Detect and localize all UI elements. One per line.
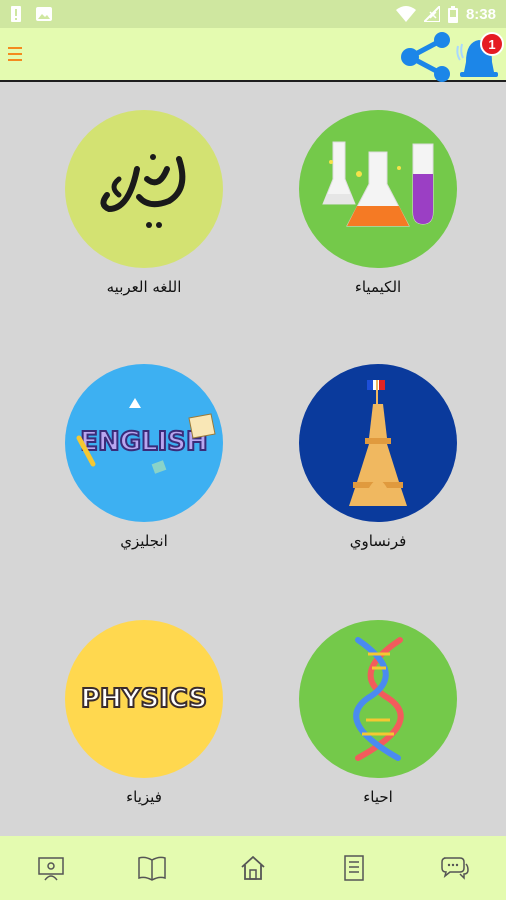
subjects-grid: الكيمياء اللغه العربيه فرنساوي ENGLISH ا… [0, 84, 506, 836]
notification-badge: 1 [480, 32, 504, 56]
subject-label: فرنساوي [349, 532, 407, 550]
svg-text:PHYSICS: PHYSICS [81, 684, 207, 714]
subject-label: انجليزي [120, 532, 168, 550]
physics-icon: PHYSICS [80, 683, 208, 715]
bottom-nav [0, 836, 506, 900]
subject-label: الكيمياء [354, 278, 402, 296]
signal-icon [423, 6, 440, 22]
subject-circle [299, 620, 457, 778]
image-notification-icon [36, 7, 52, 21]
subject-circle [299, 364, 457, 522]
open-book-icon [138, 856, 166, 881]
menu-button[interactable] [8, 43, 26, 65]
subject-card-french[interactable]: فرنساوي [278, 364, 478, 584]
nav-book[interactable] [132, 848, 172, 888]
subject-label: احياء [363, 788, 393, 806]
nav-notes[interactable] [334, 848, 374, 888]
subject-card-physics[interactable]: PHYSICS فيزياء [44, 620, 244, 840]
home-icon [241, 856, 265, 880]
dna-helix-icon [353, 637, 404, 761]
nav-chat[interactable] [435, 848, 475, 888]
subject-circle: PHYSICS [65, 620, 223, 778]
english-icon: ENGLISH [76, 398, 216, 474]
subject-card-arabic[interactable]: اللغه العربيه [44, 110, 244, 330]
status-time: 8:38 [465, 5, 496, 23]
menu-line [8, 53, 22, 55]
subject-circle: ENGLISH [65, 364, 223, 522]
arabic-calligraphy-icon [100, 154, 186, 228]
menu-line [8, 59, 22, 61]
wifi-icon [395, 6, 416, 22]
eiffel-tower-icon [349, 380, 407, 506]
menu-line [8, 47, 22, 49]
status-bar: 8:38 [0, 0, 506, 28]
subject-card-biology[interactable]: احياء [278, 620, 478, 840]
app-bar [0, 28, 506, 82]
subject-label: اللغه العربيه [106, 278, 182, 296]
chat-bubbles-icon [441, 857, 470, 880]
notes-icon [344, 855, 364, 881]
alert-notification-icon [11, 6, 21, 22]
nav-teacher[interactable] [31, 848, 71, 888]
svg-text:ENGLISH: ENGLISH [80, 427, 208, 457]
subject-card-chemistry[interactable]: الكيمياء [278, 110, 478, 330]
share-icon[interactable] [398, 32, 456, 82]
subject-circle [65, 110, 223, 268]
subject-circle [299, 110, 457, 268]
teacher-board-icon [37, 857, 64, 881]
nav-home[interactable] [233, 848, 273, 888]
subject-card-english[interactable]: ENGLISH انجليزي [44, 364, 244, 584]
chemistry-flasks-icon [322, 141, 434, 227]
subject-label: فيزياء [126, 788, 162, 806]
battery-icon [447, 5, 458, 23]
